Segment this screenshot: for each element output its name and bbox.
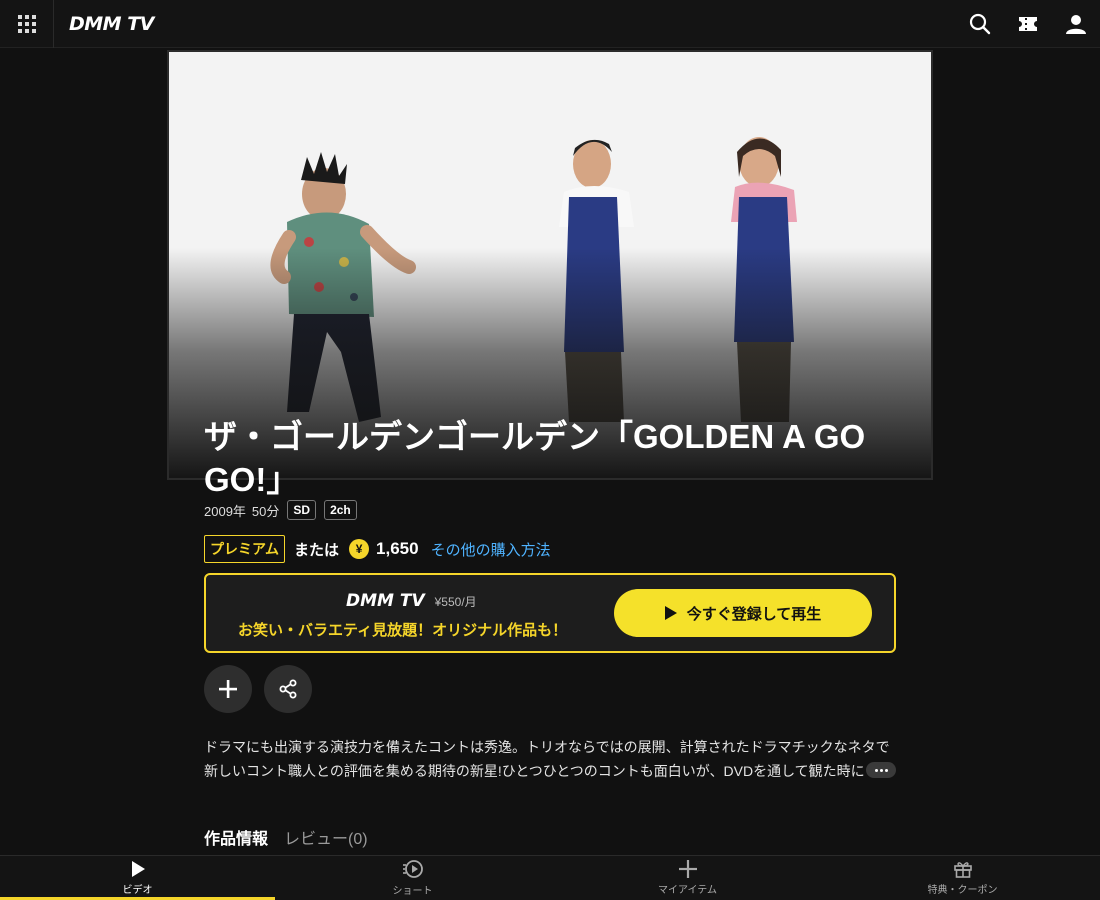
or-label: または — [294, 541, 340, 559]
promo-logo: DMM TV — [346, 591, 425, 611]
ticket-icon — [1019, 17, 1037, 31]
other-purchase-link[interactable]: その他の購入方法 — [431, 539, 551, 560]
add-to-list-button[interactable] — [204, 665, 252, 713]
subscription-promo: DMM TV ¥550/月 お笑い・バラエティ見放題！オリジナル作品も！ 今すぐ… — [204, 573, 896, 653]
nav-perks-coupons[interactable]: 特典・クーポン — [825, 856, 1100, 900]
release-year: 2009年 — [204, 503, 246, 519]
quality-badge: SD — [287, 500, 317, 520]
premium-badge: プレミアム — [204, 535, 286, 563]
grid-menu-icon — [17, 15, 36, 33]
nav-short-label: ショート — [392, 886, 433, 897]
plus-icon — [219, 680, 237, 698]
search-icon — [969, 13, 991, 35]
gift-icon — [953, 862, 972, 878]
subscribe-play-button[interactable]: 今すぐ登録して再生 — [614, 589, 872, 637]
ticket-button[interactable] — [1014, 10, 1042, 38]
audio-badge: 2ch — [324, 500, 357, 520]
tab-reviews[interactable]: レビュー(0) — [284, 825, 368, 849]
nav-video-label: ビデオ — [122, 885, 153, 896]
user-icon — [1066, 15, 1086, 34]
plus-icon — [678, 860, 697, 878]
purchase-price: 1,650 — [376, 539, 419, 558]
play-icon — [664, 606, 677, 620]
bottom-navigation: ビデオ ショート マイアイテム 特典・クーポン — [0, 855, 1100, 900]
tab-info[interactable]: 作品情報 — [204, 825, 268, 849]
description-line-2: 新しいコント職人との評価を集める期待の新星!ひとつひとつのコントも面白いが、DV… — [204, 763, 865, 779]
menu-button[interactable] — [0, 0, 54, 48]
promo-tagline: お笑い・バラエティ見放題！オリジナル作品も！ — [238, 622, 568, 639]
duration: 50分 — [251, 503, 280, 519]
nav-my-items-label: マイアイテム — [658, 885, 717, 896]
price-row: プレミアム または ¥ 1,650 その他の購入方法 — [204, 535, 551, 563]
account-button[interactable] — [1062, 10, 1090, 38]
content-meta: 2009年 50分 SD 2ch — [204, 500, 357, 520]
nav-video[interactable]: ビデオ — [0, 856, 275, 900]
yen-icon: ¥ — [349, 539, 370, 559]
content-tabs: 作品情報 レビュー(0) — [204, 825, 368, 849]
top-header: DMM TV — [0, 0, 1100, 48]
content-title: ザ・ゴールデンゴールデン「GOLDEN A GO GO!」 — [204, 418, 866, 498]
promo-brand: DMM TV ¥550/月 — [346, 591, 477, 611]
description: ドラマにも出演する演技力を備えたコントは秀逸。トリオならではの展開、計算されたド… — [204, 735, 896, 783]
dmm-tv-logo[interactable]: DMM TV — [69, 13, 154, 35]
nav-perks-label: 特典・クーポン — [927, 885, 998, 896]
promo-monthly-price: ¥550/月 — [434, 595, 477, 609]
subscribe-play-label: 今すぐ登録して再生 — [686, 605, 822, 623]
expand-description-button[interactable] — [866, 762, 896, 778]
nav-short[interactable]: ショート — [275, 856, 550, 900]
nav-my-items[interactable]: マイアイテム — [550, 856, 825, 900]
description-line-1: ドラマにも出演する演技力を備えたコントは秀逸。トリオならではの展開、計算されたド… — [204, 739, 890, 755]
share-button[interactable] — [264, 665, 312, 713]
play-icon — [131, 861, 145, 877]
share-icon — [279, 679, 297, 699]
short-video-icon — [402, 860, 423, 878]
search-button[interactable] — [966, 10, 994, 38]
